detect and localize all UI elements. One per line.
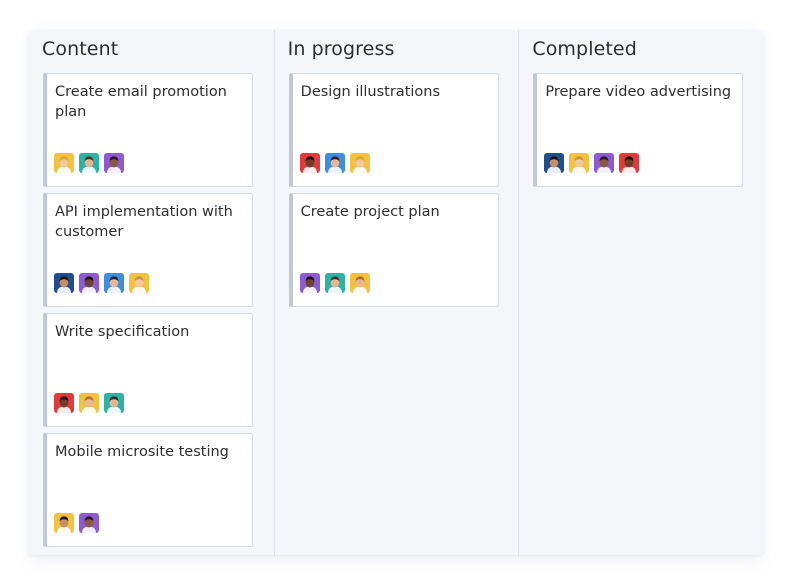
avatar[interactable] — [104, 273, 124, 293]
column-in-progress: In progress Design illustrations Create p… — [273, 30, 519, 555]
task-card[interactable]: Mobile microsite testing — [43, 433, 253, 547]
task-card-title: Prepare video advertising — [545, 84, 732, 100]
task-card[interactable]: Design illustrations — [288, 73, 499, 187]
column-completed: Completed Prepare video advertising — [518, 30, 763, 555]
task-card-title: Design illustrations — [300, 84, 441, 100]
avatar[interactable] — [619, 153, 640, 173]
avatar[interactable] — [54, 393, 74, 413]
card-list: Create email promotion plan API implement… — [43, 73, 253, 553]
column-title: Content — [42, 38, 119, 60]
task-card-title: Mobile microsite testing — [55, 444, 229, 460]
assignee-avatars — [299, 273, 370, 293]
task-card[interactable]: API implementation with customer — [43, 193, 253, 307]
avatar[interactable] — [544, 153, 565, 173]
task-card-title: Create project plan — [300, 204, 440, 220]
task-card-title: Write specification — [55, 324, 190, 340]
card-list: Prepare video advertising — [533, 73, 744, 193]
task-card-title: API implementation with customer — [55, 204, 233, 240]
card-list: Design illustrations Create project plan — [288, 73, 499, 313]
avatar[interactable] — [79, 273, 99, 293]
assignee-avatars — [54, 153, 124, 173]
avatar[interactable] — [129, 273, 149, 293]
avatar[interactable] — [54, 153, 74, 173]
avatar[interactable] — [349, 153, 370, 173]
task-card[interactable]: Prepare video advertising — [533, 73, 744, 187]
avatar[interactable] — [104, 153, 124, 173]
column-content: Content Create email promotion plan API i… — [29, 30, 274, 555]
task-card-title: Create email promotion plan — [55, 84, 227, 120]
avatar[interactable] — [594, 153, 615, 173]
task-card[interactable]: Create project plan — [288, 193, 499, 307]
avatar[interactable] — [324, 273, 345, 293]
avatar[interactable] — [299, 273, 320, 293]
kanban-board: Content Create email promotion plan API i… — [29, 30, 763, 555]
avatar[interactable] — [54, 273, 74, 293]
avatar[interactable] — [104, 393, 124, 413]
avatar[interactable] — [79, 393, 99, 413]
column-title: In progress — [287, 38, 395, 60]
avatar[interactable] — [54, 513, 74, 533]
task-card[interactable]: Write specification — [43, 313, 253, 427]
avatar[interactable] — [324, 153, 345, 173]
avatar[interactable] — [79, 153, 99, 173]
assignee-avatars — [299, 153, 370, 173]
assignee-avatars — [54, 393, 124, 413]
avatar[interactable] — [569, 153, 590, 173]
avatar[interactable] — [349, 273, 370, 293]
column-title: Completed — [532, 38, 637, 60]
avatar[interactable] — [299, 153, 320, 173]
assignee-avatars — [544, 153, 640, 173]
assignee-avatars — [54, 273, 149, 293]
task-card[interactable]: Create email promotion plan — [43, 73, 253, 187]
avatar[interactable] — [79, 513, 99, 533]
assignee-avatars — [54, 513, 99, 533]
